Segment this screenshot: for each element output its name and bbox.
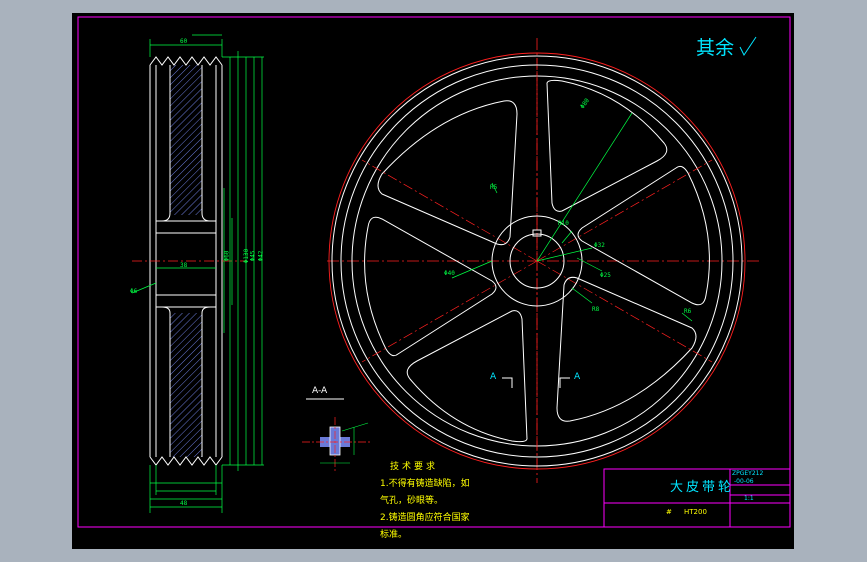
dim-label: 60 — [180, 38, 188, 45]
top-grooves — [149, 56, 223, 66]
tech-requirements-line1: 1.不得有铸造缺陷，如 — [380, 479, 470, 489]
dim-label: Φ25 — [600, 272, 611, 279]
section-aa-view — [302, 398, 372, 473]
dim-label: R8 — [592, 306, 600, 313]
title-block — [603, 468, 791, 528]
bottom-grooves — [149, 456, 223, 466]
dim-label: R5 — [490, 184, 498, 191]
material-label: # — [666, 508, 672, 516]
tech-requirements-title: 技术要求 — [390, 462, 439, 472]
section-marker-right: A — [574, 372, 581, 382]
cad-viewport[interactable]: 其余 A-A A A 技术要求 1.不得有铸造缺陷，如 气孔，砂眼等。 2.铸造… — [72, 13, 794, 549]
material-value: HT200 — [684, 508, 707, 516]
dim-label: Φ45 — [249, 250, 257, 262]
roughness-symbol — [739, 36, 757, 56]
dim-label: Φ6 — [130, 288, 138, 295]
front-view — [327, 38, 762, 483]
dim-label: R10 — [558, 220, 569, 227]
drawing-number-suffix: -00-06 — [734, 478, 754, 485]
section-marker-left: A — [490, 372, 497, 382]
side-section-view — [131, 34, 264, 513]
section-label: A-A — [312, 386, 328, 396]
tech-requirements-line3: 2.铸造圆角应符合国家 — [380, 513, 470, 523]
roughness-note: 其余 — [696, 37, 735, 59]
drawing-number: ZPGEY212 — [732, 470, 764, 477]
dim-label: Φ42 — [257, 250, 265, 262]
web-hatch-upper — [170, 65, 202, 215]
tech-requirements-line4: 标准。 — [380, 530, 408, 540]
dim-label: Φ60 — [223, 250, 231, 262]
scale-label: 1:1 — [744, 495, 754, 502]
dim-label: 38 — [180, 262, 188, 269]
dim-label: Φ40 — [444, 270, 455, 277]
part-name: 大皮带轮 — [670, 480, 735, 495]
dim-label: R6 — [684, 308, 692, 315]
dim-label: Φ32 — [594, 242, 605, 249]
web-hatch-lower — [170, 313, 202, 457]
dim-label: 48 — [180, 500, 188, 507]
tech-requirements-line2: 气孔，砂眼等。 — [380, 496, 444, 506]
